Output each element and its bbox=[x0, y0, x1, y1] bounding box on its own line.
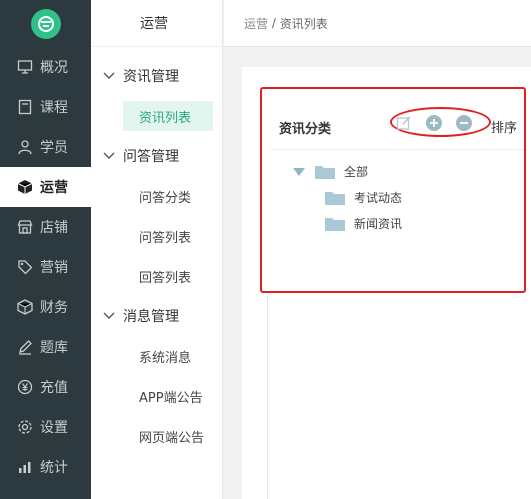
submenu-group-label: 问答管理 bbox=[123, 149, 179, 165]
chevron-down-icon bbox=[103, 312, 115, 320]
nav-item-question-bank[interactable]: 题库 bbox=[0, 327, 91, 367]
book-icon bbox=[16, 98, 34, 116]
sort-label[interactable]: 排序 bbox=[491, 117, 517, 136]
nav-item-operations[interactable]: 运营 bbox=[0, 167, 91, 207]
tree-node-label: 新闻资讯 bbox=[354, 217, 403, 231]
nav-item-label: 运营 bbox=[40, 180, 68, 196]
nav-item-marketing[interactable]: 营销 bbox=[0, 247, 91, 287]
pen-icon bbox=[16, 338, 34, 356]
tree-node-root[interactable]: 全部 bbox=[292, 163, 368, 180]
chevron-down-icon bbox=[103, 152, 115, 160]
submenu-group-qa[interactable]: 问答管理 bbox=[91, 136, 222, 176]
nav-item-course[interactable]: 课程 bbox=[0, 87, 91, 127]
submenu-item-web-notice[interactable]: 网页端公告 bbox=[91, 416, 222, 456]
panel-divider bbox=[270, 149, 524, 150]
edit-icon[interactable] bbox=[392, 111, 416, 135]
nav-item-recharge[interactable]: 充值 bbox=[0, 367, 91, 407]
category-toolbar bbox=[392, 111, 476, 135]
nav-item-label: 设置 bbox=[40, 420, 68, 436]
user-icon bbox=[16, 138, 34, 156]
tree-node-label: 全部 bbox=[344, 165, 369, 179]
news-category-panel: 资讯分类 排序 全部 考试动态 新闻资讯 bbox=[260, 87, 526, 293]
breadcrumb-root[interactable]: 运营 bbox=[244, 15, 268, 32]
submenu-item-answer-list[interactable]: 回答列表 bbox=[91, 256, 222, 296]
yen-icon bbox=[16, 378, 34, 396]
nav-item-label: 充值 bbox=[40, 380, 68, 396]
nav-item-label: 统计 bbox=[40, 460, 68, 476]
nav-item-settings[interactable]: 设置 bbox=[0, 407, 91, 447]
nav-item-finance[interactable]: 财务 bbox=[0, 287, 91, 327]
submenu-item-qa-category[interactable]: 问答分类 bbox=[91, 176, 222, 216]
breadcrumb-current: 资讯列表 bbox=[279, 16, 328, 31]
nav-item-overview[interactable]: 概况 bbox=[0, 47, 91, 87]
submenu-title: 运营 bbox=[91, 0, 222, 47]
tag-icon bbox=[16, 258, 34, 276]
submenu-group-news[interactable]: 资讯管理 bbox=[91, 56, 222, 96]
bar-chart-icon bbox=[16, 458, 34, 476]
gear-icon bbox=[16, 418, 34, 436]
logo-icon bbox=[30, 8, 61, 39]
folder-icon bbox=[315, 165, 335, 179]
nav-item-label: 店铺 bbox=[40, 220, 68, 236]
tree-node-child[interactable]: 新闻资讯 bbox=[324, 215, 402, 232]
tree-node-label: 考试动态 bbox=[354, 191, 403, 205]
breadcrumb-separator: / bbox=[268, 16, 280, 30]
monitor-icon bbox=[16, 58, 34, 76]
nav-item-label: 概况 bbox=[40, 60, 68, 76]
folder-icon bbox=[325, 191, 345, 205]
submenu-item-system-messages[interactable]: 系统消息 bbox=[91, 336, 222, 376]
caret-down-icon bbox=[292, 167, 308, 177]
nav-item-label: 学员 bbox=[40, 140, 68, 156]
nav-item-students[interactable]: 学员 bbox=[0, 127, 91, 167]
add-circle-icon[interactable] bbox=[422, 111, 446, 135]
tree-node-child[interactable]: 考试动态 bbox=[324, 189, 402, 206]
submenu-item-news-list[interactable]: 资讯列表 bbox=[123, 101, 213, 131]
nav-item-label: 财务 bbox=[40, 300, 68, 316]
nav-item-label: 营销 bbox=[40, 260, 68, 276]
nav-item-label: 题库 bbox=[40, 340, 68, 356]
operations-submenu: 运营 资讯管理 资讯列表 问答管理 问答分类 问答列表 回答列表 消息管理 系统… bbox=[91, 0, 223, 499]
main-nav-rail: 概况 课程 学员 运营 店铺 营销 财务 题库 充值 设置 统计 bbox=[0, 0, 91, 499]
remove-circle-icon[interactable] bbox=[452, 111, 476, 135]
folder-icon bbox=[325, 217, 345, 231]
submenu-group-messages[interactable]: 消息管理 bbox=[91, 296, 222, 336]
chevron-down-icon bbox=[103, 72, 115, 80]
wallet-icon bbox=[16, 298, 34, 316]
nav-item-store[interactable]: 店铺 bbox=[0, 207, 91, 247]
submenu-group-label: 消息管理 bbox=[123, 309, 179, 325]
nav-item-statistics[interactable]: 统计 bbox=[0, 447, 91, 487]
app-logo[interactable] bbox=[0, 0, 91, 47]
submenu-item-qa-list[interactable]: 问答列表 bbox=[91, 216, 222, 256]
nav-item-label: 课程 bbox=[40, 100, 68, 116]
submenu-group-label: 资讯管理 bbox=[123, 69, 179, 85]
store-icon bbox=[16, 218, 34, 236]
cube-icon bbox=[16, 178, 34, 196]
submenu-item-app-notice[interactable]: APP端公告 bbox=[91, 376, 222, 416]
breadcrumb: 运营 / 资讯列表 bbox=[224, 0, 531, 47]
category-panel-title: 资讯分类 bbox=[279, 122, 332, 137]
